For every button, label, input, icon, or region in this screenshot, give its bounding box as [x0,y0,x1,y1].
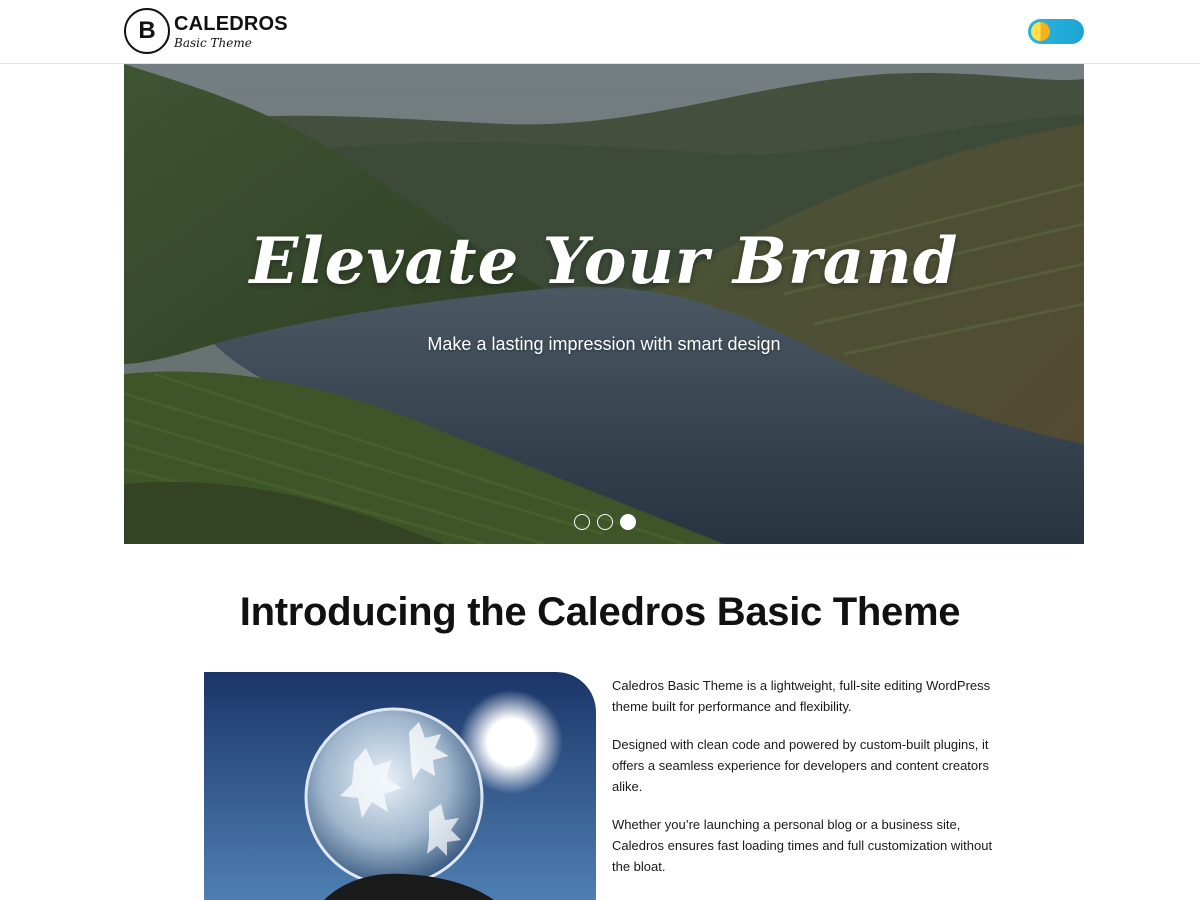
slider-dot-3[interactable] [620,514,636,530]
site-header: B CALEDROS Basic Theme [0,0,1200,64]
slider-dot-1[interactable] [574,514,590,530]
sun-icon [1031,22,1050,41]
slider-dot-2[interactable] [597,514,613,530]
hero-slider: Elevate Your Brand Make a lasting impres… [124,64,1084,544]
logo-tagline: Basic Theme [174,35,252,50]
dark-mode-toggle[interactable] [1028,19,1084,44]
logo-mark-icon: B [124,8,170,54]
hero-overlay [124,64,1084,544]
hero-title: Elevate Your Brand [249,224,959,299]
frozen-bubble-image [204,672,596,900]
intro-heading: Introducing the Caledros Basic Theme [239,590,961,634]
slider-pagination [574,514,636,530]
intro-image [204,672,596,900]
logo-name: CALEDROS [174,12,288,35]
logo-text: CALEDROS Basic Theme [174,14,288,49]
intro-paragraph: Whether you’re launching a personal blog… [612,817,993,874]
intro-text: Caledros Basic Theme is a lightweight, f… [612,675,1004,894]
intro-paragraph: Caledros Basic Theme is a lightweight, f… [612,678,991,714]
site-logo[interactable]: B CALEDROS Basic Theme [124,8,288,54]
intro-paragraph: Designed with clean code and powered by … [612,737,989,794]
hero-subtitle: Make a lasting impression with smart des… [427,334,781,354]
